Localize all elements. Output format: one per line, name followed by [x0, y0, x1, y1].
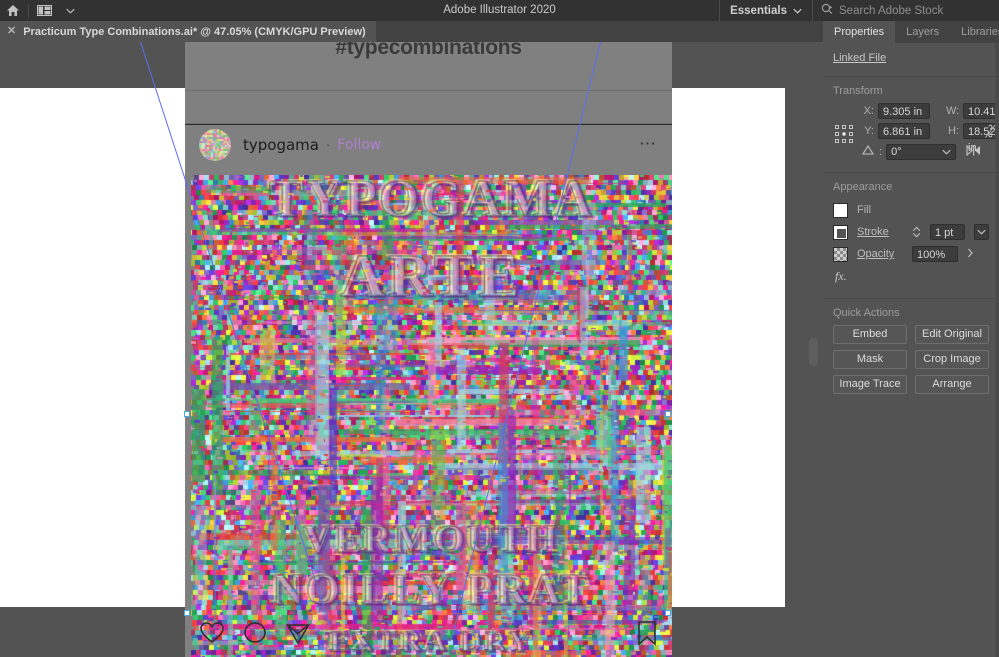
transform-row-yh: Y: 6.861 in H: 18.528 in	[861, 123, 999, 139]
transform-fields: X: 9.305 in W: 10.417 in Y: 6.861 in H: …	[861, 103, 999, 164]
panel-scrollbar[interactable]	[995, 43, 999, 657]
share-paper-plane-icon[interactable]	[285, 621, 311, 648]
y-label: Y:	[861, 125, 874, 137]
crop-image-button[interactable]: Crop Image	[915, 350, 989, 369]
mask-button[interactable]: Mask	[833, 350, 907, 369]
workspace-label: Essentials	[730, 5, 787, 17]
post-artwork-image[interactable]	[191, 175, 672, 657]
stroke-color-swatch[interactable]	[833, 225, 848, 240]
arrange-dropdown-chevron-icon[interactable]	[57, 0, 83, 21]
object-type-label[interactable]: Linked File	[823, 43, 999, 72]
comment-icon[interactable]	[242, 621, 268, 648]
stroke-row: Stroke 1 pt	[823, 221, 999, 243]
reference-point-grid-icon[interactable]	[833, 123, 855, 145]
tab-properties[interactable]: Properties	[823, 21, 895, 43]
panel-collapse-handle[interactable]	[809, 338, 818, 366]
stock-search-field[interactable]: Search Adobe Stock	[812, 0, 999, 21]
post-username[interactable]: typogama	[243, 136, 319, 154]
avatar	[199, 129, 231, 161]
stroke-label[interactable]: Stroke	[857, 226, 903, 238]
post-action-bar	[185, 611, 672, 657]
menubar-divider	[28, 4, 29, 18]
selection-handle-left[interactable]	[184, 411, 190, 417]
tab-libraries[interactable]: Libraries	[950, 21, 999, 43]
properties-panel: Properties Layers Libraries Linked File …	[823, 21, 999, 657]
menubar-left-group	[0, 0, 83, 21]
fx-button[interactable]: fx.	[823, 265, 999, 294]
document-tab[interactable]: ✕ Practicum Type Combinations.ai* @ 47.0…	[0, 21, 376, 42]
angle-value: 0°	[891, 144, 902, 160]
transform-controls: X: 9.305 in W: 10.417 in Y: 6.861 in H: …	[823, 103, 999, 164]
w-input[interactable]: 10.417 in	[963, 103, 999, 119]
transform-row-xw: X: 9.305 in W: 10.417 in	[861, 103, 999, 119]
menubar-right-group: Essentials Search Adobe Stock	[719, 0, 999, 21]
arrange-documents-icon[interactable]	[31, 0, 57, 21]
home-icon[interactable]	[0, 0, 26, 21]
x-input[interactable]: 9.305 in	[878, 103, 930, 119]
more-options-icon[interactable]: ⋯	[639, 140, 658, 149]
post-follow-button[interactable]: Follow	[337, 137, 381, 153]
fill-label: Fill	[857, 204, 903, 216]
selection-handle-bottom-right[interactable]	[665, 610, 671, 616]
panel-tab-bar: Properties Layers Libraries	[823, 21, 999, 43]
x-label: X:	[861, 105, 874, 117]
opacity-row: Opacity 100%	[823, 243, 999, 265]
transform-row-angle: : 0°	[861, 143, 999, 160]
fill-row: Fill	[823, 199, 999, 221]
edit-original-button[interactable]: Edit Original	[915, 325, 989, 344]
workspace-chevron-down-icon	[793, 5, 802, 17]
flip-horizontal-icon[interactable]	[966, 144, 981, 160]
document-tab-title: Practicum Type Combinations.ai* @ 47.05%…	[23, 26, 365, 38]
post-hashtag: #typecombinations	[185, 42, 672, 60]
selection-handle-right[interactable]	[665, 411, 671, 417]
opacity-swatch[interactable]	[833, 247, 848, 262]
bookmark-icon[interactable]	[636, 620, 658, 649]
application-menu-bar: Adobe Illustrator 2020 Essentials	[0, 0, 999, 21]
y-input[interactable]: 6.861 in	[878, 123, 930, 139]
canvas-area[interactable]: #typecombinations typogama · Follow ⋯	[0, 42, 823, 657]
appearance-heading: Appearance	[823, 173, 999, 199]
selection-handle-bottom-left[interactable]	[184, 610, 190, 616]
quick-actions-heading: Quick Actions	[823, 299, 999, 325]
illustrator-window: Adobe Illustrator 2020 Essentials	[0, 0, 999, 657]
arrange-button[interactable]: Arrange	[915, 375, 989, 394]
h-label: H:	[946, 125, 959, 137]
image-trace-button[interactable]: Image Trace	[833, 375, 907, 394]
angle-input[interactable]: 0°	[886, 144, 956, 160]
post-header: typogama · Follow ⋯	[185, 124, 672, 164]
opacity-input[interactable]: 100%	[912, 246, 958, 262]
opacity-chevron-right-icon[interactable]	[967, 248, 974, 261]
tab-layers[interactable]: Layers	[895, 21, 950, 43]
w-label: W:	[946, 105, 959, 117]
stepper-icon[interactable]	[912, 226, 921, 238]
search-icon	[821, 3, 834, 18]
transform-heading: Transform	[823, 77, 999, 103]
post-separator: ·	[326, 137, 330, 152]
quick-actions-grid: Embed Edit Original Mask Crop Image Imag…	[823, 325, 999, 404]
opacity-label[interactable]: Opacity	[857, 248, 903, 260]
stock-search-placeholder: Search Adobe Stock	[839, 5, 943, 17]
instagram-post-mockup: #typecombinations typogama · Follow ⋯	[185, 42, 672, 657]
heart-icon[interactable]	[199, 621, 225, 648]
fill-color-swatch[interactable]	[833, 203, 848, 218]
close-icon[interactable]: ✕	[7, 26, 16, 37]
stroke-chevron-down-icon[interactable]	[974, 224, 989, 240]
embed-button[interactable]: Embed	[833, 325, 907, 344]
post-divider-top	[185, 90, 672, 91]
workspace-switcher[interactable]: Essentials	[719, 0, 812, 21]
angle-chevron-down-icon[interactable]	[942, 144, 951, 160]
panel-body: Linked File Transform	[823, 43, 999, 404]
shear-angle-icon	[862, 144, 875, 159]
stroke-width-input[interactable]: 1 pt	[930, 224, 965, 240]
